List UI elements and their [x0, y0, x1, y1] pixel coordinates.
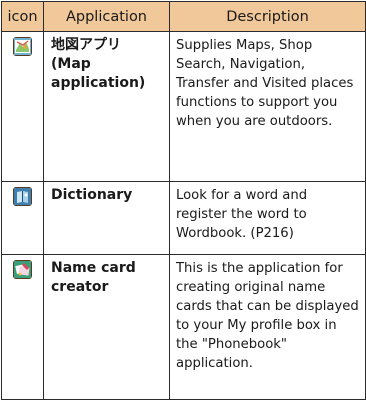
application-name: 地図アプリ (Map application) [43, 31, 170, 182]
icon-cell [1, 254, 44, 400]
application-name: Name card creator [43, 254, 170, 400]
application-description: This is the application for creating ori… [169, 254, 366, 400]
page: icon Application Description 地図アプリ (Map … [0, 0, 366, 400]
applications-table: icon Application Description 地図アプリ (Map … [1, 1, 366, 400]
table-row: 地図アプリ (Map application) Supplies Maps, S… [1, 31, 366, 182]
header-description: Description [169, 1, 366, 32]
application-description: Supplies Maps, Shop Search, Navigation, … [169, 31, 366, 182]
header-application: Application [43, 1, 170, 32]
icon-cell [1, 181, 44, 255]
table-row: Name card creator This is the applicatio… [1, 254, 366, 400]
icon-cell [1, 31, 44, 182]
table-row: Dictionary Look for a word and register … [1, 181, 366, 255]
application-name: Dictionary [43, 181, 170, 255]
application-description: Look for a word and register the word to… [169, 181, 366, 255]
dictionary-app-icon [13, 187, 32, 206]
table-header-row: icon Application Description [1, 1, 366, 32]
map-app-icon [13, 37, 32, 56]
name-card-creator-icon [13, 260, 32, 279]
header-icon: icon [1, 1, 44, 32]
